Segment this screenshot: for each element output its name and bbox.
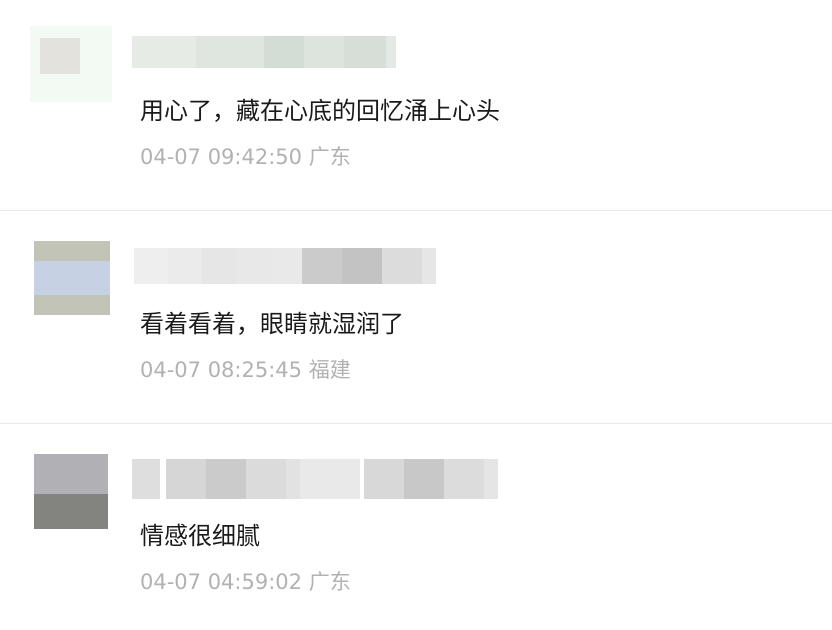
comment-meta: 04-07 09:42:50 广东 — [140, 144, 351, 170]
comment-meta: 04-07 08:25:45 福建 — [140, 357, 351, 383]
comment-time: 04-07 09:42:50 — [140, 145, 303, 169]
comment-location: 广东 — [308, 145, 351, 169]
comment-list: 用心了，藏在心底的回忆涌上心头 04-07 09:42:50 广东 看着看着，眼… — [0, 0, 832, 630]
avatar[interactable] — [30, 26, 112, 102]
comment-time: 04-07 04:59:02 — [140, 570, 303, 594]
comment-item: 情感很细腻 04-07 04:59:02 广东 — [0, 424, 832, 630]
username-blurred[interactable] — [132, 36, 396, 68]
comment-item: 用心了，藏在心底的回忆涌上心头 04-07 09:42:50 广东 — [0, 0, 832, 210]
comment-time: 04-07 08:25:45 — [140, 358, 303, 382]
username-blurred[interactable] — [134, 248, 436, 284]
comment-meta: 04-07 04:59:02 广东 — [140, 569, 351, 595]
comment-location: 广东 — [308, 570, 351, 594]
comment-item: 看着看着，眼睛就湿润了 04-07 08:25:45 福建 — [0, 211, 832, 423]
comment-text: 用心了，藏在心底的回忆涌上心头 — [140, 97, 500, 125]
comment-text: 情感很细腻 — [140, 522, 260, 550]
comment-location: 福建 — [308, 358, 351, 382]
username-blurred[interactable] — [132, 459, 498, 499]
avatar[interactable] — [34, 454, 108, 529]
avatar[interactable] — [34, 241, 110, 315]
comment-text: 看着看着，眼睛就湿润了 — [140, 310, 404, 338]
